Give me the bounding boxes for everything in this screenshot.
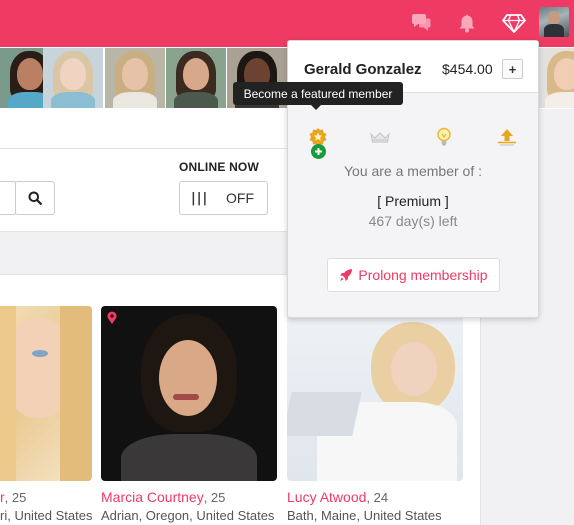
profile-location: Bath, Maine, United States: [287, 508, 442, 523]
member-thumbnail[interactable]: [537, 48, 574, 108]
profile-age: , 25: [203, 490, 226, 505]
profile-location: ri, United States: [0, 508, 93, 523]
online-now-toggle[interactable]: ||| OFF: [179, 181, 268, 215]
profile-name-line: Lucy Atwood, 24: [287, 489, 388, 505]
boost-up-icon[interactable]: [496, 126, 518, 148]
diamond-icon[interactable]: [499, 8, 529, 38]
add-funds-button[interactable]: +: [502, 59, 523, 79]
prolong-membership-button[interactable]: Prolong membership: [327, 258, 500, 292]
profile-photo[interactable]: [0, 306, 92, 481]
profile-name-link[interactable]: Lucy Atwood: [287, 489, 366, 505]
rocket-icon: [340, 269, 353, 281]
lightbulb-icon[interactable]: [433, 126, 455, 148]
profile-photo[interactable]: [287, 306, 463, 481]
featured-member-tooltip: Become a featured member: [233, 82, 403, 110]
member-of-label: You are a member of :: [343, 163, 482, 179]
account-balance: $454.00: [442, 61, 493, 77]
bronze-crown-icon[interactable]: [369, 126, 391, 148]
prolong-label: Prolong membership: [358, 267, 488, 283]
user-name: Gerald Gonzalez: [304, 61, 422, 78]
online-now-label: ONLINE NOW: [179, 160, 259, 174]
profile-name-line: Marcia Courtney, 25: [101, 489, 225, 505]
profile-location: Adrian, Oregon, United States: [101, 508, 275, 523]
profile-age: , 25: [4, 490, 27, 505]
days-left: 467 day(s) left: [368, 213, 458, 229]
membership-plan: [ Premium ]: [377, 193, 449, 209]
profile-photo[interactable]: [101, 306, 277, 481]
search-input[interactable]: [0, 181, 16, 215]
profile-age: , 24: [366, 490, 389, 505]
member-thumbnail[interactable]: [105, 48, 165, 108]
profile-name-link[interactable]: Marcia Courtney: [101, 489, 204, 505]
search-icon: [28, 191, 42, 205]
toggle-handle-icon: |||: [191, 190, 209, 206]
toggle-state: OFF: [226, 190, 254, 206]
member-thumbnail[interactable]: [43, 48, 103, 108]
location-pin-icon: [106, 311, 118, 330]
user-avatar[interactable]: [539, 7, 569, 37]
search-button[interactable]: [15, 181, 55, 215]
member-thumbnail[interactable]: [166, 48, 226, 108]
add-featured-icon[interactable]: [311, 144, 326, 159]
profile-name-line: r, 25: [0, 489, 26, 505]
chat-icon[interactable]: [406, 8, 436, 38]
bell-icon[interactable]: [452, 8, 482, 38]
